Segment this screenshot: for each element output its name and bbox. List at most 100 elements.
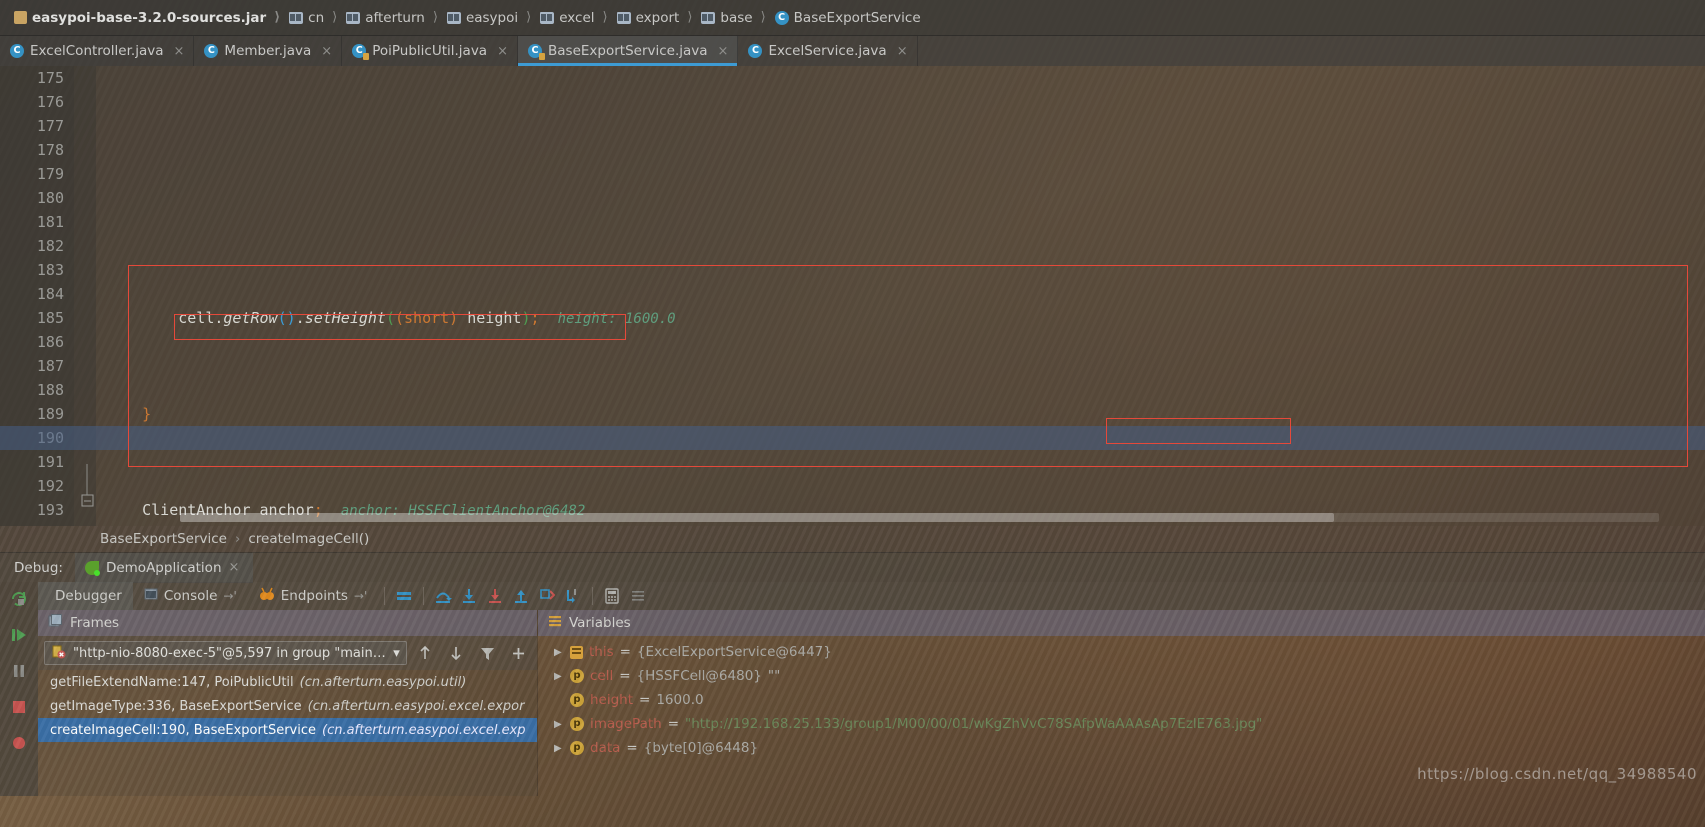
frame-method: getImageType:336, BaseExportService	[50, 698, 302, 714]
resume-program-icon[interactable]	[8, 624, 30, 646]
breadcrumb-item-easypoi[interactable]: easypoi ⟩	[443, 4, 536, 32]
close-icon[interactable]: ×	[718, 44, 729, 59]
close-icon[interactable]: ×	[229, 560, 240, 575]
close-icon[interactable]: ×	[497, 44, 508, 59]
code-editor[interactable]: 175 176 177 178 179 180 181 182 183 184 …	[0, 66, 1705, 526]
variable-name: data	[590, 740, 621, 756]
frame-row-selected[interactable]: createImageCell:190, BaseExportService (…	[38, 718, 537, 742]
line-number: 193	[36, 501, 64, 519]
variable-row-this[interactable]: ▶ this = {ExcelExportService@6447}	[538, 640, 1705, 664]
tab-console[interactable]: Console →'	[133, 582, 248, 610]
line-number: 175	[36, 69, 64, 87]
line-number: 191	[36, 453, 64, 471]
frames-icon	[48, 614, 63, 632]
variable-row-imagepath[interactable]: ▶ p imagePath = "http://192.168.25.133/g…	[538, 712, 1705, 736]
object-badge-icon	[570, 645, 583, 659]
tab-member[interactable]: C Member.java ×	[194, 36, 343, 66]
close-icon[interactable]: ×	[321, 44, 332, 59]
tab-poipublicutil[interactable]: C PoiPublicUtil.java ×	[342, 36, 518, 66]
variable-value: 1600.0	[656, 692, 704, 708]
tab-excelservice[interactable]: C ExcelService.java ×	[738, 36, 918, 66]
variable-value: {byte[0]@6448}	[643, 740, 759, 756]
stop-icon[interactable]	[8, 696, 30, 718]
debug-session-tab[interactable]: DemoApplication ×	[74, 552, 254, 583]
frames-toolbar: "http-nio-8080-exec-5"@5,597 in group "m…	[38, 636, 537, 670]
toolbar-divider	[423, 587, 425, 605]
drop-frame-icon[interactable]	[560, 585, 586, 607]
rerun-icon[interactable]	[8, 588, 30, 610]
pause-program-icon[interactable]	[8, 660, 30, 682]
line-number-gutter: 175 176 177 178 179 180 181 182 183 184 …	[0, 66, 74, 526]
editor-breadcrumb-method[interactable]: createImageCell()	[248, 531, 369, 547]
step-into-icon[interactable]	[456, 585, 482, 607]
breadcrumb-label: afterturn	[365, 9, 425, 26]
add-icon[interactable]	[506, 642, 531, 664]
arrow-up-icon[interactable]	[413, 642, 438, 664]
close-icon[interactable]: ×	[897, 44, 908, 59]
step-out-icon[interactable]	[508, 585, 534, 607]
tab-excelcontroller[interactable]: C ExcelController.java ×	[0, 36, 195, 66]
frames-list[interactable]: getFileExtendName:147, PoiPublicUtil (cn…	[38, 670, 537, 796]
jar-icon	[14, 11, 27, 24]
chevron-right-icon: ⟩	[687, 10, 693, 25]
breadcrumb-item-excel[interactable]: excel ⟩	[536, 4, 612, 32]
expand-triangle-icon[interactable]: ▶	[554, 647, 564, 658]
step-over-icon[interactable]	[430, 585, 456, 607]
folder-icon	[701, 11, 716, 24]
tab-debugger[interactable]: Debugger	[38, 582, 133, 610]
line-number: 185	[36, 309, 64, 327]
pin-icon[interactable]: →'	[223, 589, 236, 603]
breadcrumb: easypoi-base-3.2.0-sources.jar ⟩ cn ⟩ af…	[0, 0, 1705, 36]
expand-triangle-icon[interactable]: ▶	[554, 719, 564, 730]
force-step-into-icon[interactable]	[482, 585, 508, 607]
line-number: 187	[36, 357, 64, 375]
variable-row-height[interactable]: ▶ p height = 1600.0	[538, 688, 1705, 712]
editor-breadcrumb: BaseExportService › createImageCell()	[0, 526, 1705, 552]
variable-row-data[interactable]: ▶ p data = {byte[0]@6448}	[538, 736, 1705, 760]
variable-row-cell[interactable]: ▶ p cell = {HSSFCell@6480} ""	[538, 664, 1705, 688]
mute-breakpoints-icon[interactable]	[391, 585, 417, 607]
frame-row[interactable]: getFileExtendName:147, PoiPublicUtil (cn…	[38, 670, 537, 694]
settings-icon[interactable]	[625, 585, 651, 607]
filter-icon[interactable]	[475, 642, 500, 664]
editor-breadcrumb-class[interactable]: BaseExportService	[100, 531, 227, 547]
chevron-down-icon[interactable]: ▾	[393, 646, 400, 661]
line-number: 180	[36, 189, 64, 207]
view-breakpoints-icon[interactable]	[8, 732, 30, 754]
param-badge-icon: p	[570, 741, 584, 755]
run-to-cursor-icon[interactable]	[534, 585, 560, 607]
line-number: 183	[36, 261, 64, 279]
expand-triangle-icon[interactable]: ▶	[554, 671, 564, 682]
pin-icon[interactable]: →'	[354, 589, 367, 603]
folder-icon	[346, 11, 361, 24]
tab-label: ExcelService.java	[768, 43, 887, 59]
code-content[interactable]: cell.getRow().setHeight((short) height);…	[0, 66, 1705, 526]
tab-endpoints[interactable]: Endpoints →'	[248, 582, 378, 610]
evaluate-expression-icon[interactable]	[599, 585, 625, 607]
debug-session-name: DemoApplication	[105, 559, 222, 576]
code-line-176: }	[142, 405, 152, 423]
code-folding-gutter[interactable]	[74, 66, 96, 526]
breadcrumb-item-cn[interactable]: cn ⟩	[285, 4, 342, 32]
editor-horizontal-scrollbar[interactable]	[180, 513, 1659, 522]
thread-selector[interactable]: "http-nio-8080-exec-5"@5,597 in group "m…	[44, 641, 407, 665]
execution-line-highlight	[0, 426, 1705, 450]
class-icon: C	[774, 10, 789, 25]
breadcrumb-item-base[interactable]: base ⟩	[697, 4, 770, 32]
breadcrumb-label: easypoi-base-3.2.0-sources.jar	[32, 9, 267, 26]
close-icon[interactable]: ×	[174, 44, 185, 59]
expand-triangle-icon[interactable]: ▶	[554, 743, 564, 754]
breadcrumb-item-afterturn[interactable]: afterturn ⟩	[342, 4, 443, 32]
frame-row[interactable]: getImageType:336, BaseExportService (cn.…	[38, 694, 537, 718]
chevron-right-icon: ⟩	[332, 10, 338, 25]
console-icon	[144, 587, 158, 605]
breadcrumb-item-class[interactable]: C BaseExportService	[771, 4, 926, 32]
breadcrumb-item-export[interactable]: export ⟩	[613, 4, 698, 32]
watermark: https://blog.csdn.net/qq_34988540	[1417, 765, 1697, 783]
frame-package: (cn.afterturn.easypoi.util)	[299, 674, 467, 690]
arrow-down-icon[interactable]	[444, 642, 469, 664]
breadcrumb-item-jar[interactable]: easypoi-base-3.2.0-sources.jar ⟩	[6, 4, 285, 32]
tab-label: PoiPublicUtil.java	[372, 43, 488, 59]
tab-baseexportservice[interactable]: C BaseExportService.java ×	[518, 36, 739, 66]
folder-icon	[446, 11, 461, 24]
